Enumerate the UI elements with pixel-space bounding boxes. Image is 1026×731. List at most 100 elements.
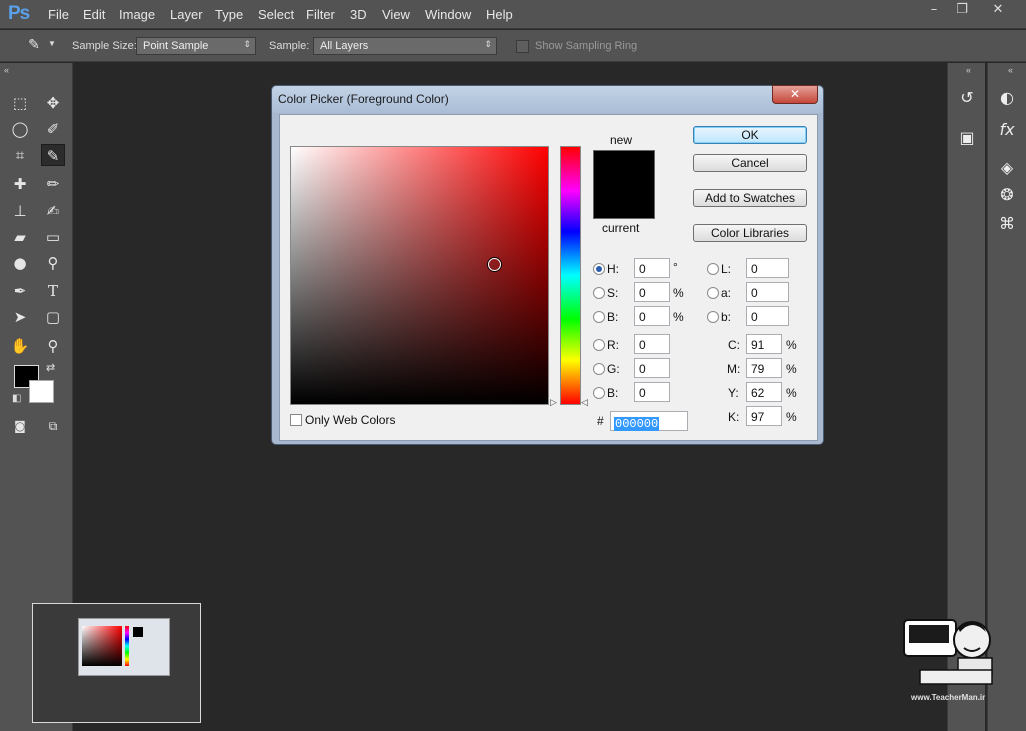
expand-icon[interactable]: « [1008,65,1013,75]
a-channel-input[interactable]: 0 [746,282,789,302]
adjustments-panel-icon[interactable]: ◐ [995,87,1019,109]
restore-button[interactable]: ❐ [948,0,976,20]
color-field-cursor[interactable] [488,258,501,271]
preset-dropdown-arrow-icon[interactable]: ▼ [48,39,56,48]
add-to-swatches-button[interactable]: Add to Swatches [693,189,807,207]
menu-layer[interactable]: Layer [170,7,203,22]
green-input[interactable]: 0 [634,358,670,378]
crop-tool-icon[interactable]: ⌗ [8,144,32,166]
saturation-radio[interactable] [593,287,605,299]
menu-3d[interactable]: 3D [350,7,367,22]
menu-filter[interactable]: Filter [306,7,335,22]
menu-help[interactable]: Help [486,7,513,22]
blur-tool-icon[interactable]: ● [8,252,32,274]
black-input[interactable]: 97 [746,406,782,426]
saturation-input[interactable]: 0 [634,282,670,302]
color-libraries-button[interactable]: Color Libraries [693,224,807,242]
current-color-swatch[interactable] [593,184,655,219]
brightness-label: B: [607,310,619,324]
properties-panel-icon[interactable]: ▣ [955,127,979,149]
brightness-radio[interactable] [593,311,605,323]
a-channel-radio[interactable] [707,287,719,299]
brightness-input[interactable]: 0 [634,306,670,326]
eyedropper-tool-icon[interactable]: ✎ [41,144,65,166]
history-brush-tool-icon[interactable]: ✍ [41,200,65,222]
gradient-tool-icon[interactable]: ▭ [41,226,65,248]
menu-select[interactable]: Select [258,7,294,22]
hue-slider-left-arrow-icon[interactable]: ▷ [550,398,557,408]
select-arrows-icon: ⇕ [484,39,492,49]
collapse-icon[interactable]: « [4,65,9,75]
dialog-titlebar[interactable]: Color Picker (Foreground Color) ✕ [272,85,823,113]
path-selection-tool-icon[interactable]: ➤ [8,306,32,328]
zoom-tool-icon[interactable]: ⚲ [41,335,65,357]
b-channel-radio[interactable] [707,311,719,323]
menu-edit[interactable]: Edit [83,7,105,22]
saturation-unit: % [673,286,684,300]
photoshop-window: Ps File Edit Image Layer Type Select Fil… [0,0,1026,731]
lightness-input[interactable]: 0 [746,258,789,278]
blue-radio[interactable] [593,387,605,399]
quick-selection-tool-icon[interactable]: ✐ [41,118,65,140]
dodge-tool-icon[interactable]: ⚲ [41,252,65,274]
cancel-button[interactable]: Cancel [693,154,807,172]
eraser-tool-icon[interactable]: ▰ [8,226,32,248]
hand-tool-icon[interactable]: ✋ [8,335,32,357]
lasso-tool-icon[interactable]: ◯ [8,118,32,140]
green-radio[interactable] [593,363,605,375]
type-tool-icon[interactable]: T [41,280,65,302]
red-input[interactable]: 0 [634,334,670,354]
ok-button[interactable]: OK [693,126,807,144]
minimize-button[interactable]: – [920,0,948,20]
menu-window[interactable]: Window [425,7,471,22]
red-radio[interactable] [593,339,605,351]
close-window-button[interactable]: ✕ [978,0,1018,20]
color-field[interactable] [290,146,549,405]
marquee-tool-icon[interactable]: ⬚ [8,92,32,114]
navigator-thumbnail[interactable] [32,603,201,723]
magenta-input[interactable]: 79 [746,358,782,378]
move-tool-icon[interactable]: ✥ [41,92,65,114]
paths-panel-icon[interactable]: ⌘ [995,213,1019,235]
hue-slider[interactable] [560,146,581,405]
clone-stamp-tool-icon[interactable]: ⊥ [8,200,32,222]
only-web-colors-checkbox[interactable]: Only Web Colors [290,413,395,427]
yellow-input[interactable]: 62 [746,382,782,402]
menu-view[interactable]: View [382,7,410,22]
styles-panel-icon[interactable]: fx [995,119,1019,141]
saturation-label: S: [607,286,619,300]
menu-image[interactable]: Image [119,7,155,22]
menu-file[interactable]: File [48,7,69,22]
layers-panel-icon[interactable]: ◈ [995,157,1019,179]
dialog-close-button[interactable]: ✕ [772,85,818,104]
hex-input[interactable]: 000000 [610,411,688,431]
menu-type[interactable]: Type [215,7,243,22]
sampling-ring-checkbox[interactable] [516,40,529,53]
hue-slider-right-arrow-icon[interactable]: ◁ [581,398,588,408]
hex-label: # [597,414,604,428]
default-colors-icon[interactable]: ◧ [12,393,21,404]
black-unit: % [786,410,797,424]
expand-icon[interactable]: « [966,65,971,75]
cyan-input[interactable]: 91 [746,334,782,354]
lightness-radio[interactable] [707,263,719,275]
channels-panel-icon[interactable]: ❂ [995,184,1019,206]
select-arrows-icon: ⇕ [243,39,251,49]
swap-colors-icon[interactable]: ⇄ [46,361,55,374]
sample-select[interactable]: All Layers ⇕ [313,37,497,55]
hue-input[interactable]: 0 [634,258,670,278]
b-channel-input[interactable]: 0 [746,306,789,326]
rectangle-tool-icon[interactable]: ▢ [41,306,65,328]
history-panel-icon[interactable]: ↺ [955,87,979,109]
hue-radio[interactable] [593,263,605,275]
screen-mode-icon[interactable]: ⧉ [41,415,65,437]
b-channel-label: b: [721,310,732,324]
healing-brush-tool-icon[interactable]: ✚ [8,173,32,195]
background-color-swatch[interactable] [29,380,54,403]
pen-tool-icon[interactable]: ✒ [8,280,32,302]
sample-size-select[interactable]: Point Sample ⇕ [136,37,256,55]
brush-tool-icon[interactable]: ✏ [41,173,65,195]
blue-input[interactable]: 0 [634,382,670,402]
quick-mask-icon[interactable]: ◙ [8,415,32,437]
eyedropper-preset-icon[interactable]: ✎ [22,34,46,56]
